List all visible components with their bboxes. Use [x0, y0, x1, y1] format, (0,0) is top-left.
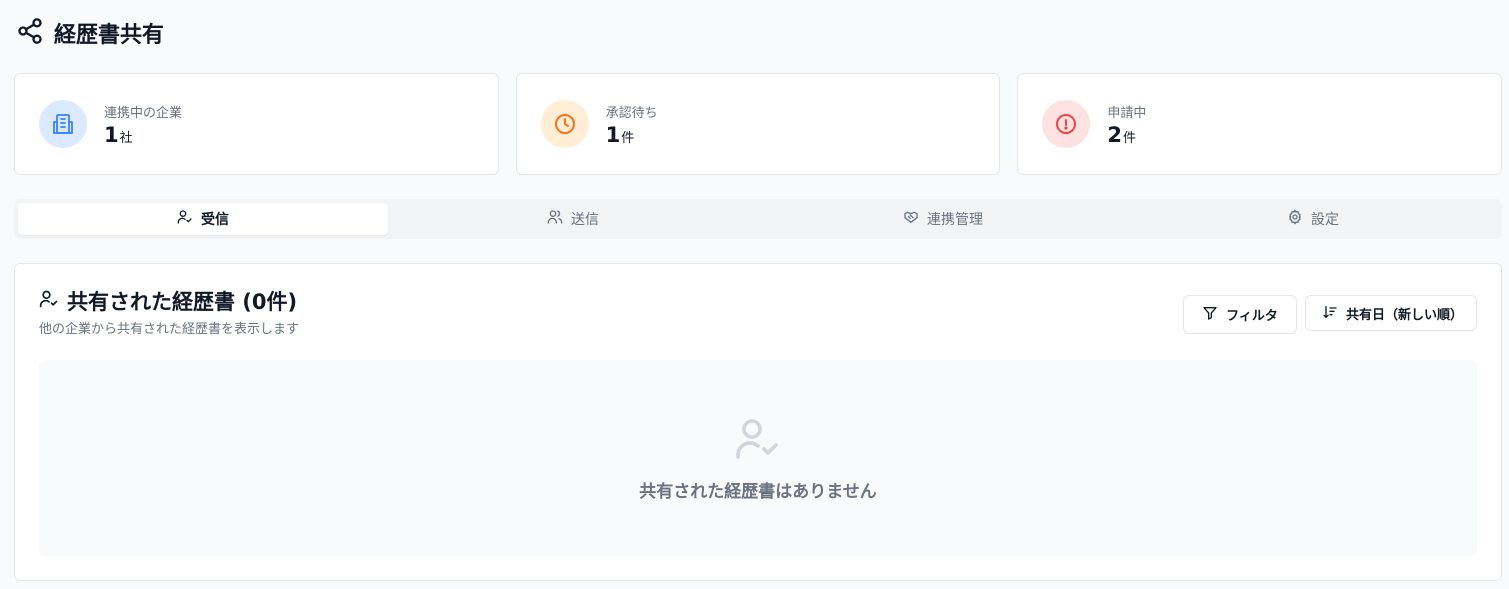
stat-unit: 社: [119, 131, 133, 146]
stat-unit: 件: [1122, 131, 1136, 146]
stat-value: 1社: [104, 125, 182, 146]
user-check-icon: [39, 289, 59, 313]
stats-row: 連携中の企業 1社 承認待ち 1件 申請中 2件: [14, 73, 1503, 175]
tab-label: 連携管理: [927, 212, 983, 228]
handshake-icon: [903, 209, 919, 229]
filter-icon: [1202, 305, 1218, 324]
filter-label: フィルタ: [1226, 308, 1278, 323]
sort-button[interactable]: 共有日（新しい順）: [1305, 295, 1477, 331]
panel-actions: フィルタ 共有日（新しい順）: [1183, 295, 1477, 334]
stat-number: 1: [605, 123, 621, 147]
empty-state-text: 共有された経歴書はありません: [639, 481, 877, 502]
stat-label: 承認待ち: [605, 106, 658, 121]
empty-state: 共有された経歴書はありません: [39, 360, 1477, 556]
alert-circle-icon: [1042, 100, 1091, 148]
clock-icon: [540, 100, 589, 148]
stat-card-partners: 連携中の企業 1社: [14, 73, 499, 175]
tab-settings[interactable]: 設定: [1128, 203, 1498, 235]
page-header: 経歴書共有: [16, 16, 164, 50]
stat-label: 申請中: [1107, 106, 1147, 121]
stat-card-pending-approval: 承認待ち 1件: [515, 73, 1001, 175]
tab-label: 送信: [571, 212, 599, 228]
building-icon: [39, 100, 87, 148]
panel-description: 他の企業から共有された経歴書を表示します: [39, 322, 300, 337]
stat-value: 2件: [1107, 125, 1146, 146]
panel-title-row: 共有された経歴書 (0件): [39, 286, 299, 316]
users-icon: [547, 209, 563, 229]
stat-value: 1件: [606, 125, 658, 146]
tab-label: 設定: [1311, 212, 1339, 228]
tab-label: 受信: [201, 212, 229, 228]
filter-button[interactable]: フィルタ: [1183, 295, 1297, 334]
stat-card-applying: 申請中 2件: [1017, 73, 1503, 175]
user-check-icon: [177, 209, 193, 229]
stat-number: 2: [1107, 123, 1122, 147]
shared-resumes-panel: 共有された経歴書 (0件) 他の企業から共有された経歴書を表示します フィルタ …: [14, 263, 1502, 581]
stat-label: 連携中の企業: [104, 106, 183, 121]
sort-descending-icon: [1322, 304, 1338, 323]
panel-title: 共有された経歴書 (0件): [67, 290, 298, 314]
gear-icon: [1287, 209, 1303, 229]
share-icon: [16, 17, 44, 49]
page-title: 経歴書共有: [54, 23, 165, 48]
user-check-icon: [734, 415, 782, 477]
panel-header: 共有された経歴書 (0件) 他の企業から共有された経歴書を表示します: [39, 286, 299, 337]
tab-received[interactable]: 受信: [18, 203, 388, 235]
stat-unit: 件: [621, 131, 635, 146]
stat-number: 1: [104, 123, 119, 147]
tab-bar: 受信 送信 連携管理 設定: [14, 199, 1502, 239]
sort-label: 共有日（新しい順）: [1346, 306, 1464, 322]
tab-partnerships[interactable]: 連携管理: [758, 203, 1128, 235]
tab-sent[interactable]: 送信: [388, 203, 758, 235]
